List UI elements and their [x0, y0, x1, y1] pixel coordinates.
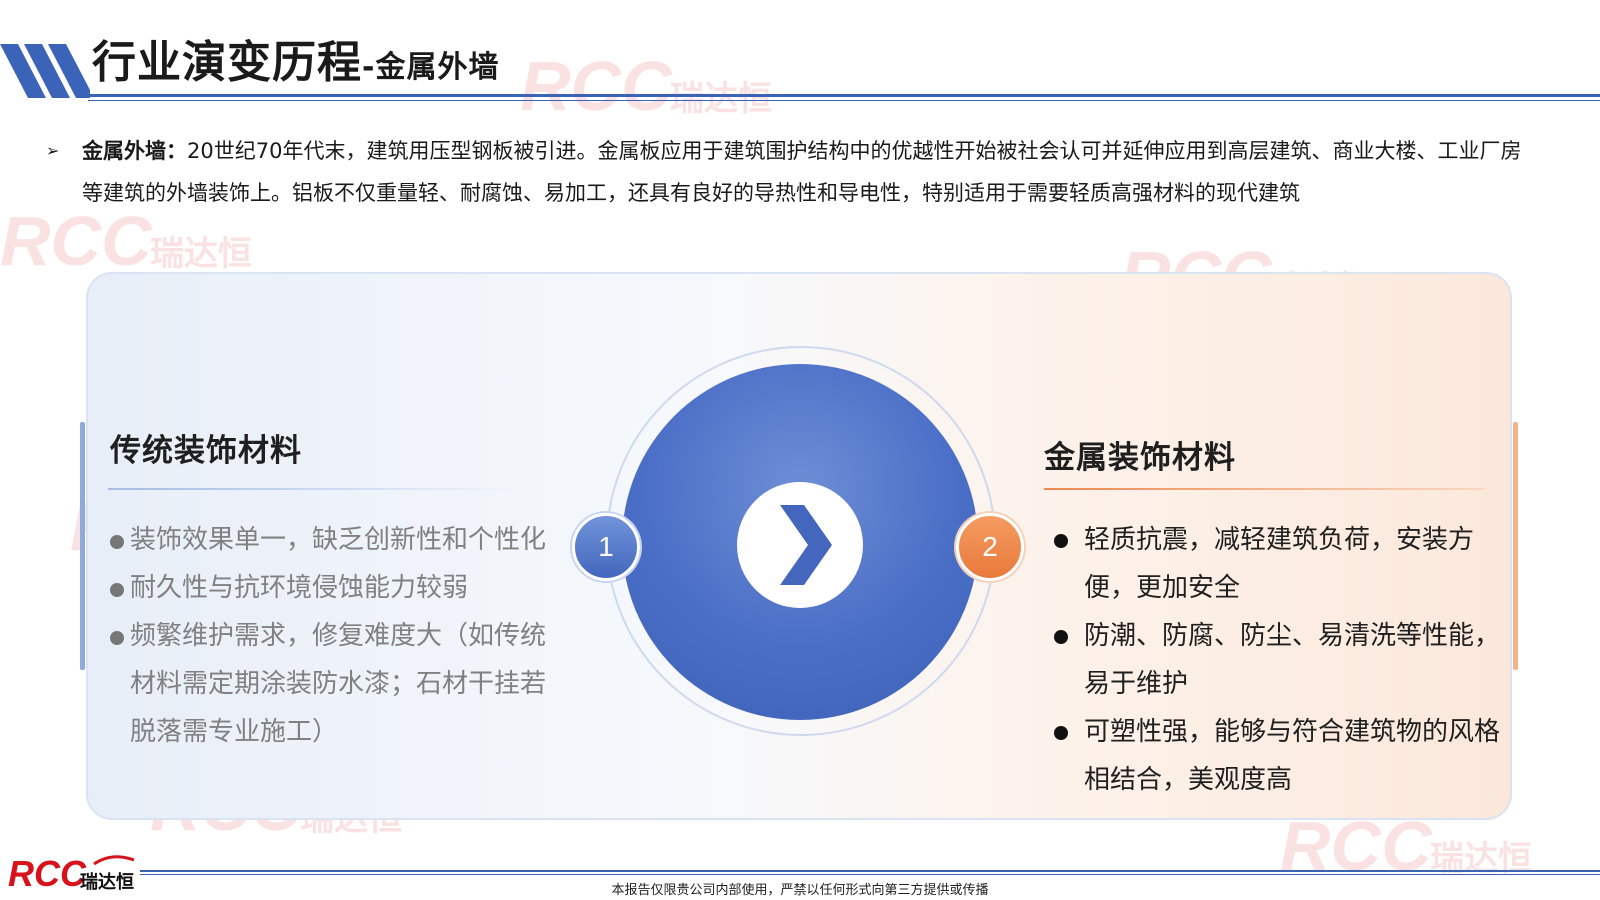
- traditional-title-underline: [108, 488, 518, 490]
- list-item: 频繁维护需求，修复难度大（如传统材料需定期涂装防水漆；石材干挂若脱落需专业施工）: [108, 612, 568, 756]
- intro-paragraph: ➢ 金属外墙：20世纪70年代末，建筑用压型钢板被引进。金属板应用于建筑围护结构…: [46, 130, 1536, 214]
- page-title-main: 行业演变历程: [92, 37, 362, 88]
- metal-title-underline: [1044, 488, 1484, 490]
- header-divider-thin: [88, 100, 1600, 101]
- page-title: 行业演变历程-金属外墙: [92, 26, 499, 90]
- page-title-sub: -金属外墙: [362, 50, 500, 85]
- metal-materials-title: 金属装饰材料: [1044, 440, 1236, 476]
- watermark-logo: RCC 瑞达恒: [520, 47, 772, 125]
- header-divider: [88, 94, 1600, 97]
- intro-label: 金属外墙：: [82, 139, 187, 163]
- footer-divider: [140, 870, 1600, 872]
- list-item: 耐久性与抗环境侵蚀能力较弱: [108, 564, 568, 612]
- left-accent-bar: [80, 422, 85, 670]
- list-item: 装饰效果单一，缺乏创新性和个性化: [108, 516, 568, 564]
- watermark-text: RCC: [520, 47, 673, 125]
- watermark-cn: 瑞达恒: [670, 79, 772, 119]
- step-badge-2: 2: [956, 513, 1024, 581]
- header-stripes-decoration: [0, 44, 90, 98]
- intro-body: 20世纪70年代末，建筑用压型钢板被引进。金属板应用于建筑围护结构中的优越性开始…: [82, 139, 1522, 205]
- traditional-materials-list: 装饰效果单一，缺乏创新性和个性化 耐久性与抗环境侵蚀能力较弱 频繁维护需求，修复…: [108, 516, 568, 756]
- list-item: 可塑性强，能够与符合建筑物的风格相结合，美观度高: [1052, 708, 1502, 804]
- watermark-cn: 瑞达恒: [150, 234, 252, 274]
- step-badge-1: 1: [572, 513, 640, 581]
- metal-materials-list: 轻质抗震，减轻建筑负荷，安装方便，更加安全 防潮、防腐、防尘、易清洗等性能，易于…: [1052, 516, 1502, 804]
- list-item: 轻质抗震，减轻建筑负荷，安装方便，更加安全: [1052, 516, 1502, 612]
- intro-text: 金属外墙：20世纪70年代末，建筑用压型钢板被引进。金属板应用于建筑围护结构中的…: [82, 130, 1536, 214]
- footer-divider-thin: [140, 874, 1600, 875]
- traditional-materials-title: 传统装饰材料: [110, 433, 302, 469]
- chevron-right-icon: [780, 505, 832, 585]
- right-accent-bar: [1513, 422, 1518, 670]
- list-item: 防潮、防腐、防尘、易清洗等性能，易于维护: [1052, 612, 1502, 708]
- arrow-bullet-icon: ➢: [46, 141, 60, 160]
- footer-disclaimer: 本报告仅限贵公司内部使用，严禁以任何形式向第三方提供或传播: [611, 883, 989, 898]
- watermark-cn: 瑞达恒: [1430, 839, 1532, 879]
